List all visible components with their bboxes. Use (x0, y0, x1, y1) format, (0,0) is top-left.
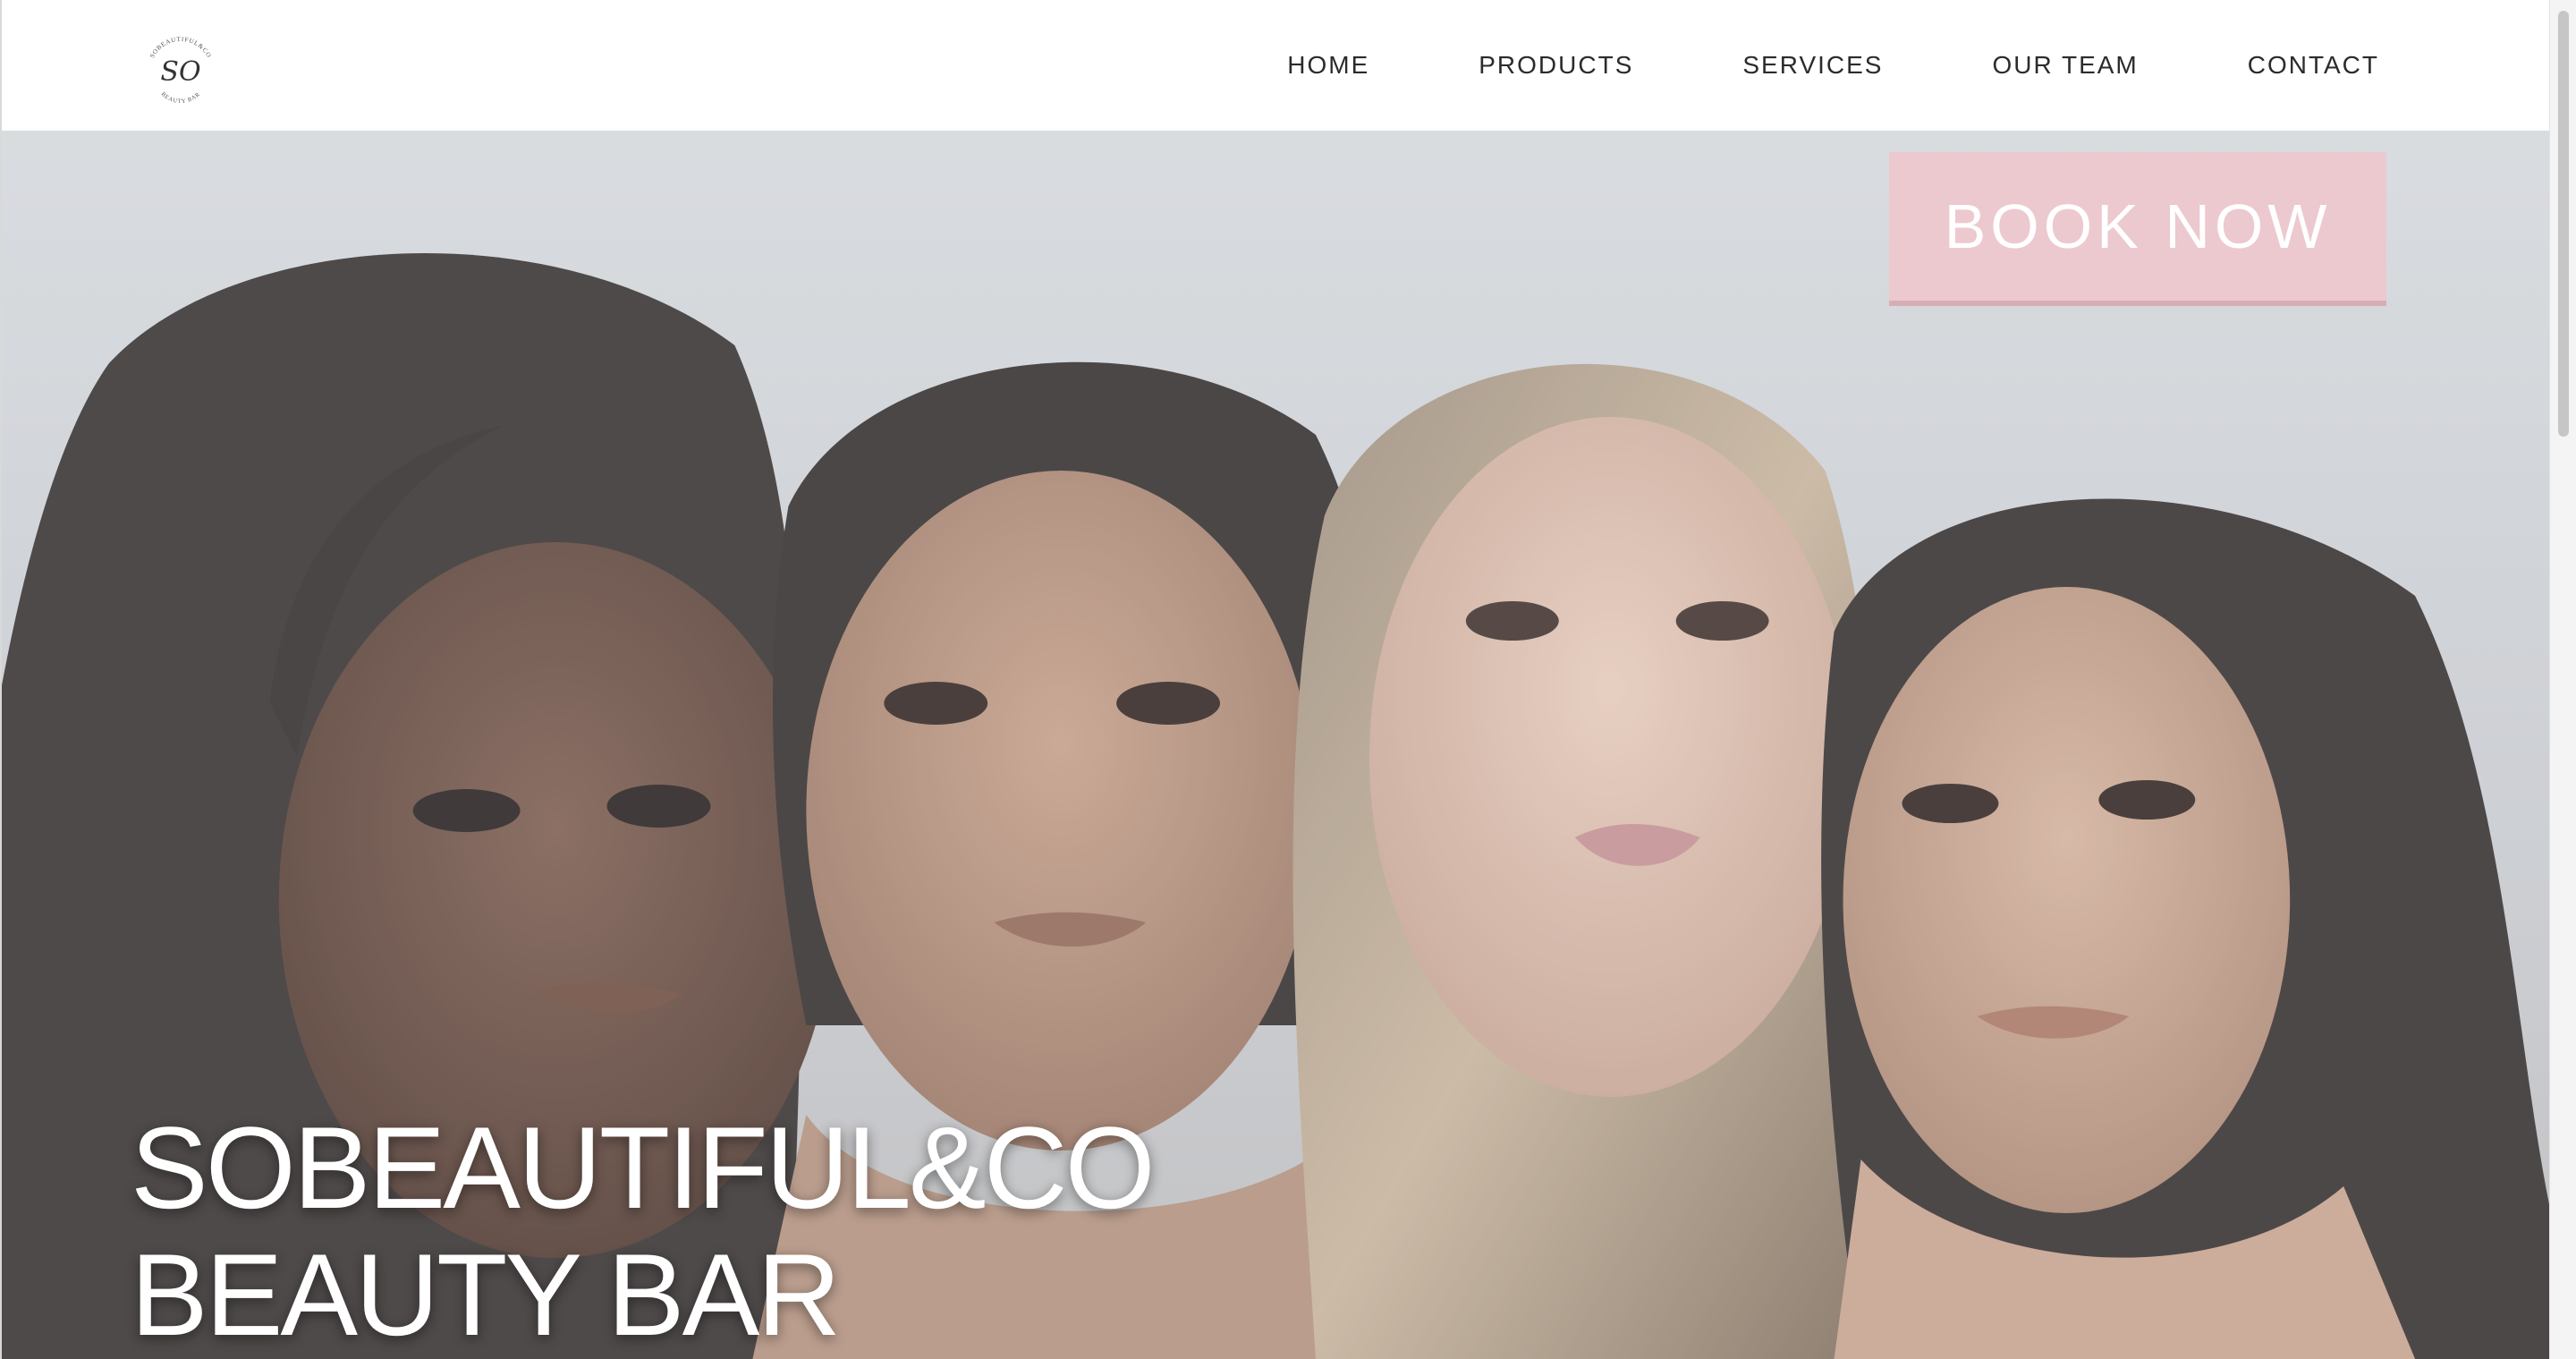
hero-title: SOBEAUTIFUL&CO BEAUTY BAR (131, 1102, 1156, 1359)
site-header: SOBEAUTIFUL&CO SO BEAUTY BAR HOME PRODUC… (2, 0, 2549, 131)
svg-text:BEAUTY BAR: BEAUTY BAR (160, 91, 202, 105)
book-now-button[interactable]: BOOK NOW (1889, 152, 2386, 306)
hero-title-line-1: SOBEAUTIFUL&CO (131, 1102, 1156, 1233)
page-scrollbar[interactable] (2549, 0, 2576, 1359)
nav-products-link[interactable]: PRODUCTS (1479, 51, 1633, 80)
logo-monogram-icon: SOBEAUTIFUL&CO SO BEAUTY BAR (148, 36, 212, 105)
svg-text:SO: SO (160, 56, 200, 88)
main-nav: HOME PRODUCTS SERVICES OUR TEAM CONTACT (1287, 0, 2379, 131)
nav-home-link[interactable]: HOME (1287, 51, 1369, 80)
page: SOBEAUTIFUL&CO SO BEAUTY BAR HOME PRODUC… (0, 0, 2549, 1359)
nav-our-team-link[interactable]: OUR TEAM (1992, 51, 2138, 80)
hero-section: BOOK NOW SOBEAUTIFUL&CO BEAUTY BAR (2, 131, 2549, 1359)
brand-logo[interactable]: SOBEAUTIFUL&CO SO BEAUTY BAR (138, 27, 224, 113)
scrollbar-thumb[interactable] (2558, 11, 2569, 437)
hero-title-line-2: BEAUTY BAR (131, 1229, 841, 1359)
nav-contact-link[interactable]: CONTACT (2248, 51, 2379, 80)
nav-services-link[interactable]: SERVICES (1742, 51, 1883, 80)
